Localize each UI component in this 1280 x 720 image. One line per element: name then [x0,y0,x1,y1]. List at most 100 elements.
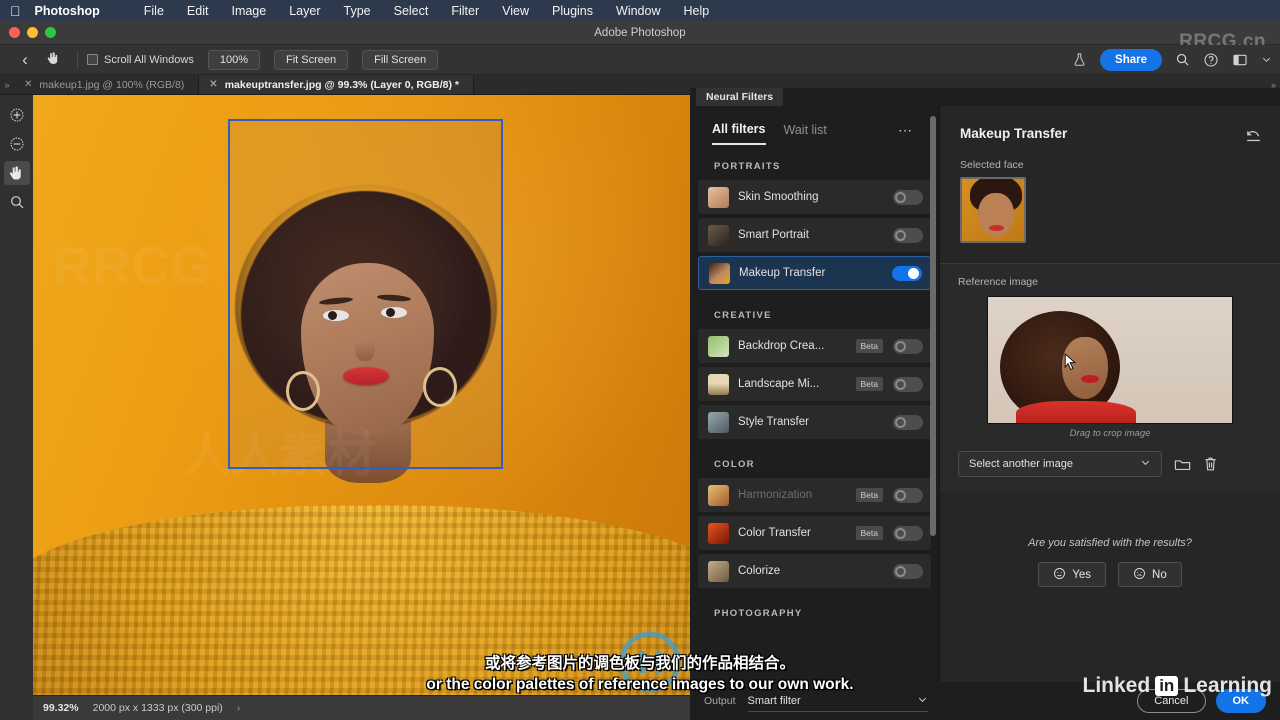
flask-icon[interactable] [1072,52,1087,67]
menu-help[interactable]: Help [683,4,709,18]
checkbox-box[interactable] [87,54,98,65]
close-icon[interactable]: ✕ [209,79,217,90]
mac-menu-bar:  Photoshop File Edit Image Layer Type S… [0,0,1280,21]
canvas-area[interactable]: RRCG 人人素材 [33,95,690,695]
filter-row-color-transfer[interactable]: Color Transfer Beta [698,516,931,550]
filter-row-smart-portrait[interactable]: Smart Portrait [698,218,931,252]
tab-wait-list[interactable]: Wait list [784,123,827,144]
more-options-icon[interactable]: ⋯ [898,122,913,139]
menu-window[interactable]: Window [616,4,660,18]
zoom-100-button[interactable]: 100% [207,49,260,70]
filter-label: Smart Portrait [738,229,809,241]
fill-screen-button[interactable]: Fill Screen [362,49,439,70]
filter-row-backdrop-creator[interactable]: Backdrop Crea... Beta [698,329,931,363]
zoom-tool-icon[interactable] [4,190,30,214]
menu-file[interactable]: File [144,4,164,18]
filter-toggle[interactable] [893,563,923,579]
menu-image[interactable]: Image [231,4,266,18]
help-icon[interactable] [1203,52,1219,68]
selected-face-thumbnail[interactable] [960,177,1026,243]
folder-icon[interactable] [1174,457,1191,472]
status-bar: 99.32% 2000 px x 1333 px (300 ppi) › [33,695,690,720]
output-dropdown[interactable]: Smart filter [747,690,928,712]
filter-toggle[interactable] [893,189,923,205]
scroll-all-windows-label: Scroll All Windows [104,53,194,66]
filter-toggle[interactable] [893,487,923,503]
select-another-image-dropdown[interactable]: Select another image [958,451,1162,477]
tab-neural-filters[interactable]: Neural Filters [696,88,784,106]
neural-filters-panel: All filters Wait list ⋯ PORTRAITS Skin S… [690,106,1280,720]
options-bar: ‹ Scroll All Windows 100% Fit Screen Fil… [0,45,1280,75]
filter-label: Colorize [738,565,781,577]
watermark-soft-1: RRCG [53,236,212,296]
share-button[interactable]: Share [1100,48,1162,71]
hand-tool-icon[interactable] [38,51,68,69]
group-header-portraits: PORTRAITS [714,161,781,172]
chevron-down-icon[interactable] [1261,54,1272,65]
apple-logo-icon[interactable]:  [10,4,21,18]
document-tab-makeup1[interactable]: ✕ makeup1.jpg @ 100% (RGB/8) [14,75,200,94]
filter-toggle[interactable] [893,376,923,392]
yes-button[interactable]: Yes [1038,562,1107,587]
output-value: Smart filter [747,694,801,707]
tabbar-expand-icon[interactable]: » [0,75,14,94]
document-tab-makeuptransfer[interactable]: ✕ makeuptransfer.jpg @ 99.3% (Layer 0, R… [199,75,475,94]
trash-icon[interactable] [1203,456,1218,472]
reset-icon[interactable] [1245,128,1262,148]
filter-toggle[interactable] [893,338,923,354]
watermark-center-logo [555,631,745,693]
back-chevron-icon[interactable]: ‹ [12,50,38,70]
filter-row-harmonization[interactable]: Harmonization Beta [698,478,931,512]
select-image-row: Select another image [940,439,1280,477]
document-tab-label: makeuptransfer.jpg @ 99.3% (Layer 0, RGB… [224,78,460,91]
filter-label: Landscape Mi... [738,378,820,390]
watermark-linkedin-text: Linked [1082,674,1151,697]
zoom-in-tool-icon[interactable] [4,103,30,127]
status-zoom-level[interactable]: 99.32% [43,702,79,714]
no-button[interactable]: No [1118,562,1182,587]
menu-plugins[interactable]: Plugins [552,4,593,18]
menu-filter[interactable]: Filter [451,4,479,18]
menu-layer[interactable]: Layer [289,4,320,18]
options-bar-right: Share [1072,48,1272,71]
detail-title: Makeup Transfer [960,126,1068,141]
filter-toggle[interactable] [893,525,923,541]
output-label: Output [704,695,736,707]
filter-toggle[interactable] [892,265,922,281]
search-icon[interactable] [1175,52,1190,67]
smiley-happy-icon [1053,567,1066,583]
filter-label: Harmonization [738,489,813,501]
scroll-all-windows-checkbox[interactable]: Scroll All Windows [87,54,194,66]
filter-row-skin-smoothing[interactable]: Skin Smoothing [698,180,931,214]
filter-list-scrollbar[interactable] [930,116,936,536]
filter-toggle[interactable] [893,414,923,430]
no-button-label: No [1152,568,1167,581]
filter-row-makeup-transfer[interactable]: Makeup Transfer [698,256,931,290]
photoshop-window:  Photoshop File Edit Image Layer Type S… [0,0,1280,720]
close-icon[interactable]: ✕ [24,79,32,90]
mac-app-name[interactable]: Photoshop [35,4,100,18]
menu-type[interactable]: Type [344,4,371,18]
fit-screen-button[interactable]: Fit Screen [274,49,349,70]
watermark-linkedin-learning: Linked in Learning [1083,674,1272,698]
workspace-icon[interactable] [1232,52,1248,68]
filter-row-style-transfer[interactable]: Style Transfer [698,405,931,439]
reference-image-preview[interactable] [987,296,1233,424]
menu-select[interactable]: Select [394,4,429,18]
options-divider [77,50,78,69]
menu-edit[interactable]: Edit [187,4,209,18]
menu-view[interactable]: View [502,4,529,18]
filter-row-landscape-mixer[interactable]: Landscape Mi... Beta [698,367,931,401]
zoom-out-tool-icon[interactable] [4,132,30,156]
hand-tool-icon[interactable] [3,161,30,185]
status-chevron-icon[interactable]: › [237,703,240,714]
filter-row-colorize[interactable]: Colorize [698,554,931,588]
tab-all-filters[interactable]: All filters [712,122,766,145]
status-dimensions: 2000 px x 1333 px (300 ppi) [92,702,223,714]
ref-lips [1081,375,1099,383]
filter-toggle[interactable] [893,227,923,243]
watermark-learning-text: Learning [1183,674,1272,697]
satisfaction-buttons: Yes No [940,562,1280,587]
selected-face-label: Selected face [960,159,1024,171]
face-selection-box[interactable] [228,119,503,469]
